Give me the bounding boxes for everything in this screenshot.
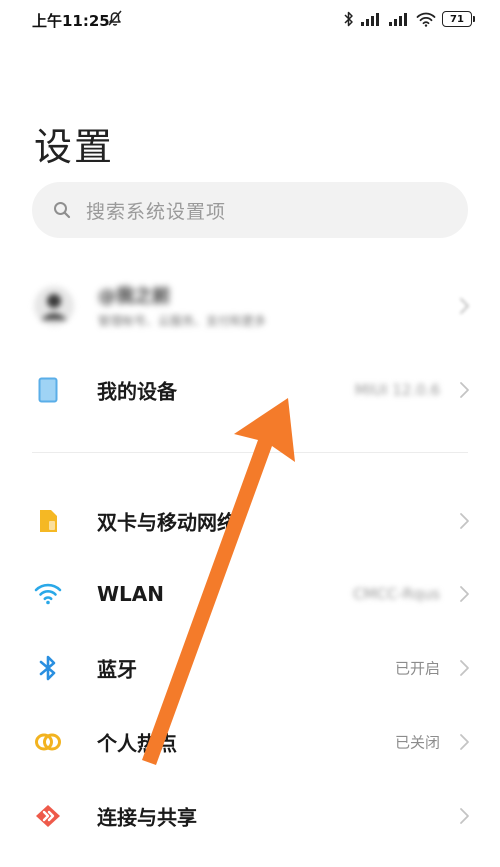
search-icon <box>54 202 71 219</box>
settings-item-value: CMCC-Rqus <box>352 585 440 603</box>
hotspot-icon <box>34 728 62 756</box>
settings-item-connection-share[interactable]: 连接与共享 <box>0 784 500 848</box>
settings-item-label: 连接与共享 <box>97 805 197 830</box>
bluetooth-status-icon <box>344 11 353 27</box>
signal-hd-icon <box>389 13 407 26</box>
my-device-row[interactable]: 我的设备 MIUI 12.0.6 <box>0 358 500 422</box>
wifi-status-icon <box>416 12 436 27</box>
chevron-right-icon <box>460 298 469 314</box>
account-row[interactable]: @我之前 管理帐号、云服务、支付和更多 <box>0 270 500 352</box>
chevron-right-icon <box>460 586 469 602</box>
device-icon <box>34 376 62 404</box>
battery-level: 71 <box>450 13 464 25</box>
page-title: 设置 <box>34 125 115 169</box>
settings-item-hotspot[interactable]: 个人热点 已关闭 <box>0 710 500 774</box>
avatar <box>34 286 74 326</box>
chevron-right-icon <box>460 734 469 750</box>
chevron-right-icon <box>460 513 469 529</box>
connection-share-icon <box>34 802 62 830</box>
search-input[interactable]: 搜索系统设置项 <box>32 182 468 238</box>
account-subtitle: 管理帐号、云服务、支付和更多 <box>98 314 267 328</box>
notifications-muted-icon <box>108 10 122 26</box>
settings-item-wlan[interactable]: WLAN CMCC-Rqus <box>0 562 500 626</box>
settings-item-sim[interactable]: 双卡与移动网络 <box>0 489 500 553</box>
sim-card-icon <box>34 507 62 535</box>
status-icons: 71 <box>344 9 475 29</box>
settings-item-label: 双卡与移动网络 <box>97 510 237 535</box>
settings-item-value: 已开启 <box>394 659 440 678</box>
settings-item-label: 个人热点 <box>97 731 177 756</box>
settings-item-label: WLAN <box>97 582 165 606</box>
signal-icon <box>361 13 379 26</box>
chevron-right-icon <box>460 660 469 676</box>
wifi-icon <box>34 580 62 608</box>
chevron-right-icon <box>460 382 469 398</box>
account-name: @我之前 <box>98 286 170 307</box>
my-device-version: MIUI 12.0.6 <box>354 381 440 399</box>
battery-indicator: 71 <box>442 11 475 27</box>
settings-item-label: 蓝牙 <box>97 657 137 682</box>
settings-item-value: 已关闭 <box>394 733 440 752</box>
status-time: 上午11:25 <box>32 12 110 30</box>
section-divider <box>32 452 468 453</box>
settings-item-bluetooth[interactable]: 蓝牙 已开启 <box>0 636 500 700</box>
search-placeholder: 搜索系统设置项 <box>86 200 227 223</box>
bluetooth-icon <box>34 654 62 682</box>
my-device-label: 我的设备 <box>97 379 177 404</box>
status-bar: 上午11:25 71 <box>0 0 500 44</box>
chevron-right-icon <box>460 808 469 824</box>
